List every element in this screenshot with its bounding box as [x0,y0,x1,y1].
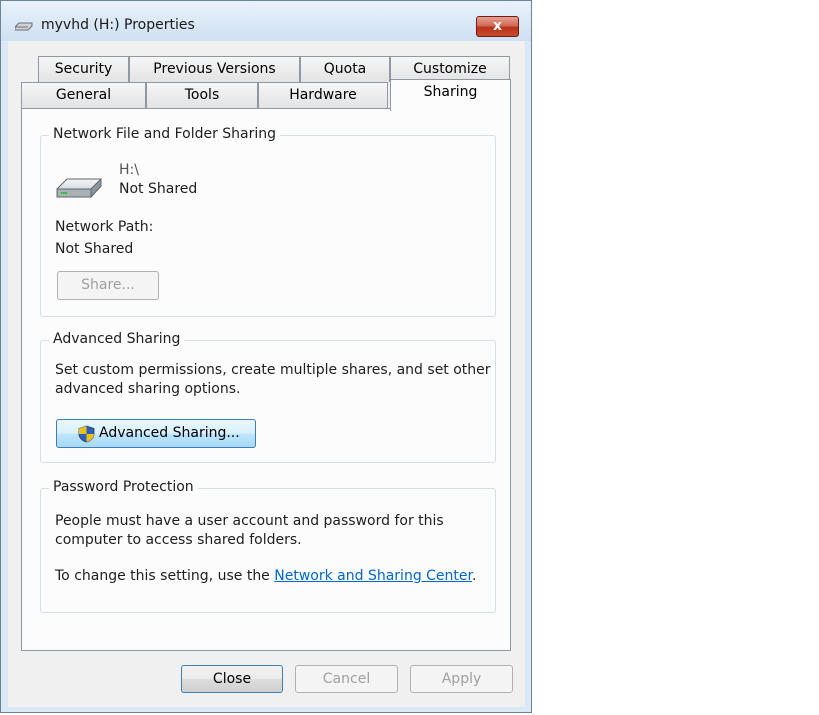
network-path-value: Not Shared [55,241,134,257]
password-protection-group: Password Protection People must have a u… [40,479,496,613]
close-icon: x [492,18,503,34]
sharing-tab-page: Network File and Folder Sharing H:\ Not … [21,108,511,651]
network-sharing-group: Network File and Folder Sharing H:\ Not … [40,126,496,317]
window-close-button[interactable]: x [476,16,519,37]
advanced-sharing-description-1: Set custom permissions, create multiple … [55,362,491,378]
drive-share-status: Not Shared [119,181,198,197]
share-button[interactable]: Share... [57,271,159,300]
advanced-sharing-button-label: Advanced Sharing... [99,425,240,441]
dialog-client: Security Previous Versions Quota Customi… [8,41,525,707]
group-title-network-sharing: Network File and Folder Sharing [49,126,281,142]
drive-path: H:\ [119,162,139,178]
network-sharing-center-link[interactable]: Network and Sharing Center [274,568,472,584]
advanced-sharing-group: Advanced Sharing Set custom permissions,… [40,331,496,463]
drive-icon [15,22,33,31]
window-title: myvhd (H:) Properties [41,17,195,33]
group-title-advanced-sharing: Advanced Sharing [49,331,185,347]
change-setting-text: To change this setting, use the Network … [55,568,477,584]
tab-quota[interactable]: Quota [300,56,390,82]
group-title-password-protection: Password Protection [49,479,198,495]
close-button[interactable]: Close [181,665,283,693]
tab-sharing[interactable]: Sharing [390,79,511,111]
tab-previous-versions[interactable]: Previous Versions [129,56,300,82]
password-protection-text-1: People must have a user account and pass… [55,513,444,529]
title-bar[interactable]: myvhd (H:) Properties x [1,1,531,41]
tab-security[interactable]: Security [38,56,129,82]
network-path-label: Network Path: [55,219,154,235]
uac-shield-icon [78,425,95,443]
advanced-sharing-description-2: advanced sharing options. [55,381,241,397]
drive-icon [56,177,102,199]
password-protection-text-2: computer to access shared folders. [55,532,302,548]
tab-tools[interactable]: Tools [146,82,258,108]
apply-button[interactable]: Apply [410,665,513,693]
cancel-button[interactable]: Cancel [295,665,398,693]
properties-window: myvhd (H:) Properties x Security Previou… [0,0,532,713]
tab-hardware[interactable]: Hardware [258,82,388,108]
tab-general[interactable]: General [21,82,146,108]
advanced-sharing-button[interactable]: Advanced Sharing... [56,419,256,448]
